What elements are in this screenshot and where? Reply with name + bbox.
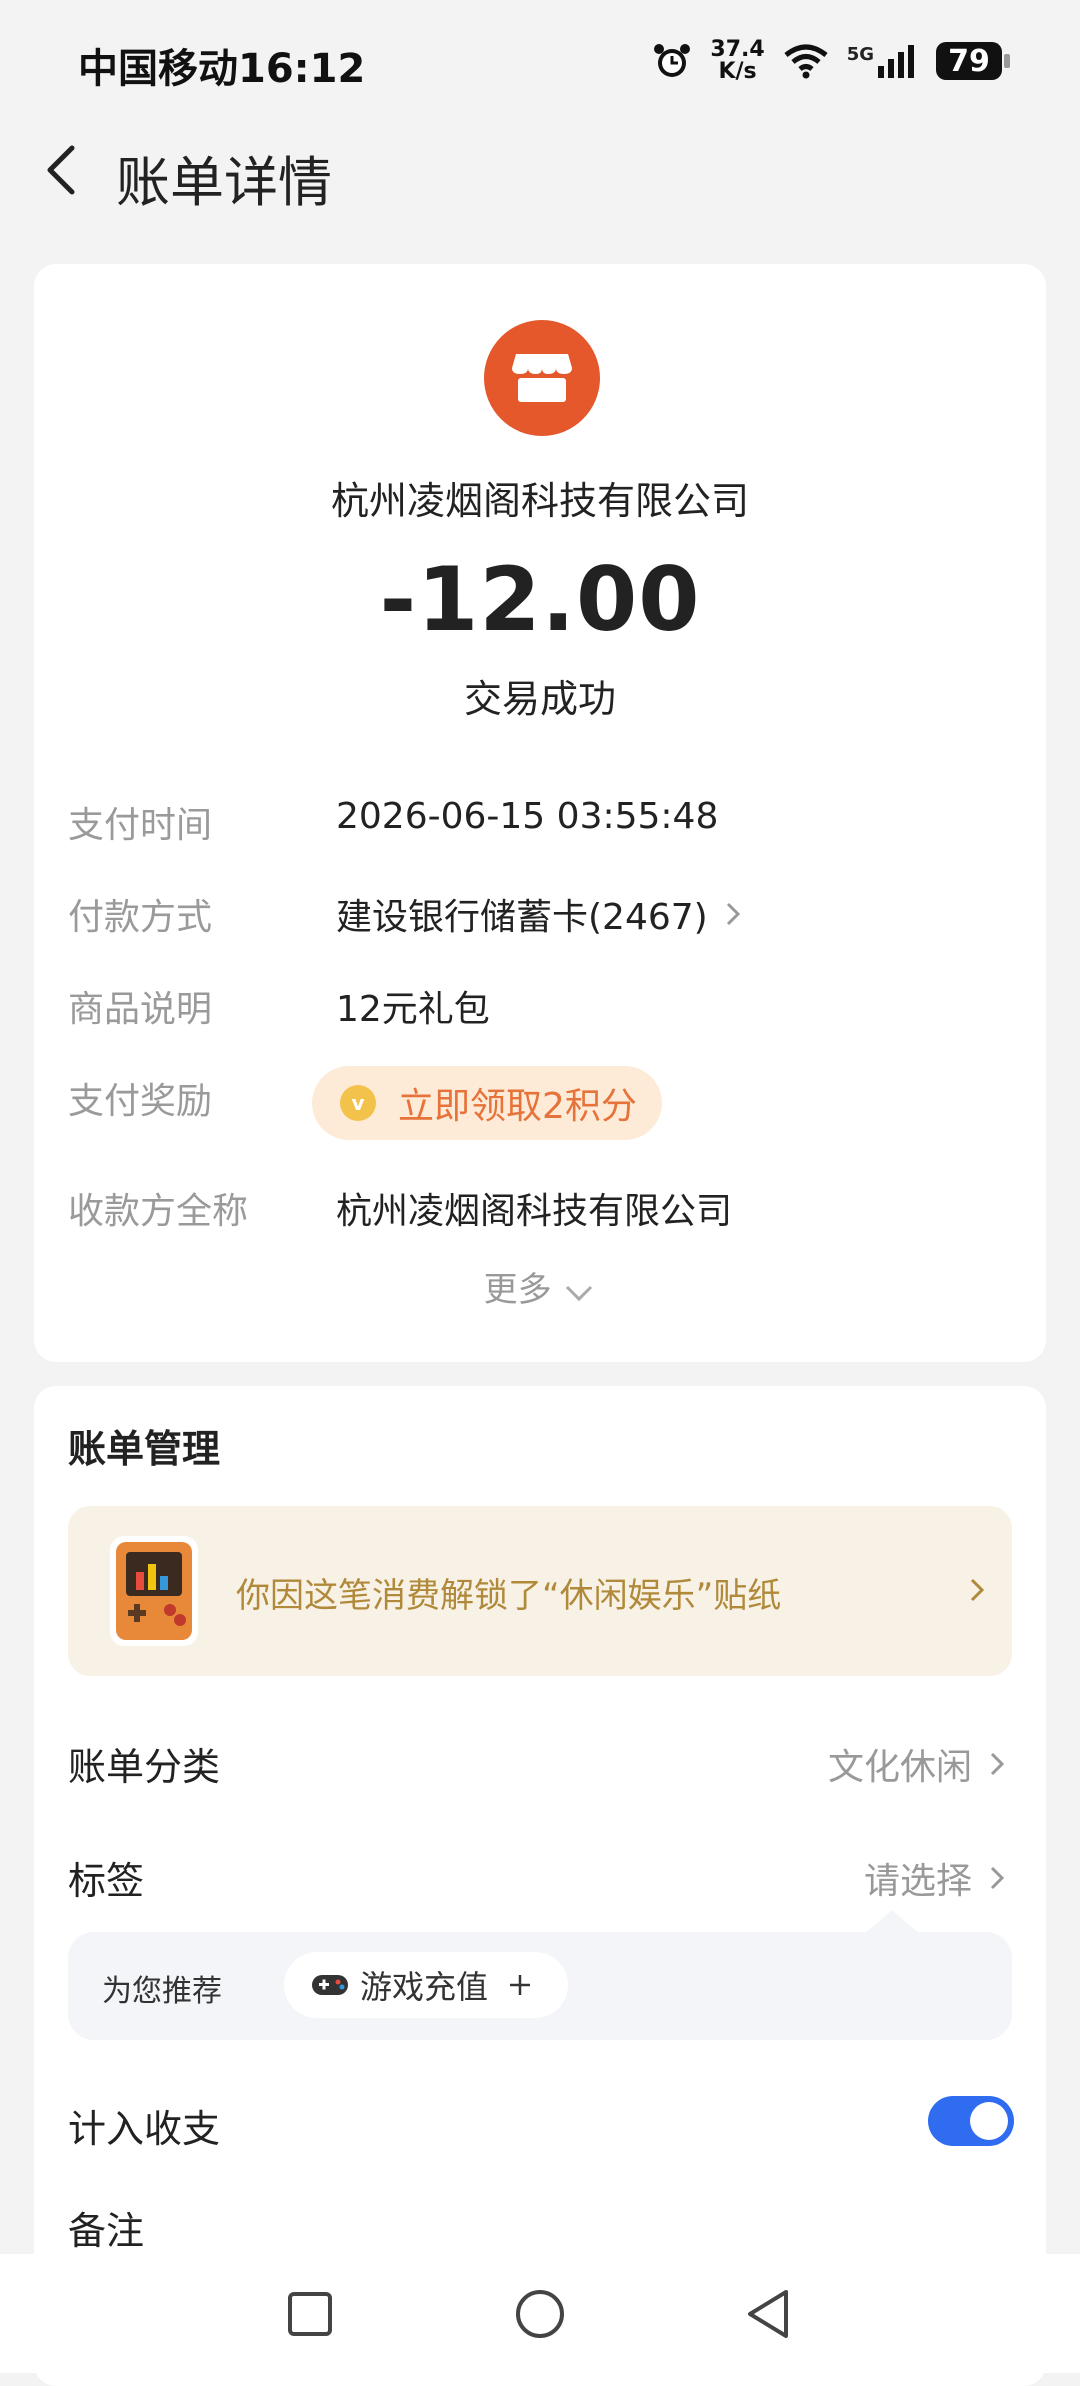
goods-value: 12元礼包	[336, 989, 490, 1030]
recommend-chip-label: 游戏充值	[360, 1968, 489, 2006]
payment-method-label: 付款方式	[68, 897, 213, 938]
store-icon	[484, 320, 600, 436]
chevron-right-icon	[970, 1578, 985, 1602]
include-toggle[interactable]	[928, 2096, 1014, 2146]
category-label: 账单分类	[68, 1745, 221, 1789]
net-speed-unit: K/s	[718, 59, 757, 84]
tag-label: 标签	[68, 1859, 145, 1903]
page-title: 账单详情	[116, 151, 332, 214]
signal-icon: 5G	[847, 44, 918, 78]
sticker-text: 你因这笔消费解锁了“休闲娱乐”贴纸	[236, 1576, 782, 1616]
more-toggle[interactable]: 更多	[0, 1262, 1080, 1311]
gamepad-icon	[312, 1975, 348, 1995]
claim-reward-button[interactable]: v 立即领取2积分	[312, 1066, 662, 1140]
status-carrier-time: 中国移动16:12	[78, 46, 366, 92]
home-icon[interactable]	[514, 2288, 566, 2340]
pay-time-value: 2026-06-15 03:55:48	[336, 796, 719, 837]
recent-apps-icon[interactable]	[286, 2290, 334, 2338]
recommend-label: 为您推荐	[102, 1974, 222, 2009]
network-type: 5G	[846, 44, 874, 65]
wifi-icon	[784, 44, 828, 79]
tag-selector[interactable]: 请选择	[864, 1852, 1012, 1904]
tag-value: 请选择	[863, 1861, 972, 1902]
reward-label: 支付奖励	[68, 1081, 213, 1122]
payee-label: 收款方全称	[68, 1191, 249, 1232]
chevron-right-icon	[726, 902, 740, 926]
claim-reward-text: 立即领取2积分	[398, 1086, 637, 1127]
net-speed: 37.4 K/s	[710, 39, 764, 83]
category-value: 文化休闲	[827, 1747, 972, 1788]
chevron-right-icon	[990, 1752, 1005, 1776]
chevron-left-icon[interactable]	[36, 140, 96, 200]
transaction-status: 交易成功	[463, 677, 616, 721]
chevron-right-icon	[990, 1866, 1005, 1890]
note-label: 备注	[68, 2209, 145, 2253]
recommend-tag-chip[interactable]: 游戏充值	[284, 1952, 568, 2018]
payee-value: 杭州凌烟阁科技有限公司	[336, 1191, 733, 1232]
plus-icon	[510, 1975, 531, 1995]
chevron-down-icon	[566, 1285, 593, 1301]
include-label: 计入收支	[68, 2107, 221, 2151]
system-nav-bar	[0, 2254, 1080, 2373]
pay-time-label: 支付时间	[68, 805, 213, 846]
coin-icon: v	[340, 1085, 376, 1121]
sticker-banner[interactable]: 你因这笔消费解锁了“休闲娱乐”贴纸	[68, 1506, 1012, 1676]
merchant-name: 杭州凌烟阁科技有限公司	[330, 479, 749, 523]
battery-level: 79	[948, 43, 990, 79]
pointer-caret	[864, 1910, 920, 1934]
bill-management-title: 账单管理	[68, 1427, 221, 1471]
net-speed-value: 37.4	[710, 37, 765, 62]
status-icons: 37.4 K/s 5G 79	[652, 36, 1010, 86]
goods-label: 商品说明	[68, 989, 213, 1030]
alarm-icon	[654, 44, 691, 77]
payment-method-value: 建设银行储蓄卡(2467)	[336, 897, 708, 938]
transaction-amount: -12.00	[379, 548, 701, 651]
game-console-sticker-icon	[110, 1536, 198, 1646]
more-label: 更多	[483, 1270, 552, 1310]
back-triangle-icon[interactable]	[744, 2288, 792, 2340]
category-selector[interactable]: 文化休闲	[828, 1738, 1012, 1790]
recommend-box: 为您推荐 游戏充值	[68, 1932, 1012, 2040]
battery-icon: 79	[936, 42, 1010, 80]
payment-method-row[interactable]: 建设银行储蓄卡(2467)	[336, 888, 748, 940]
toggle-knob	[970, 2102, 1008, 2140]
